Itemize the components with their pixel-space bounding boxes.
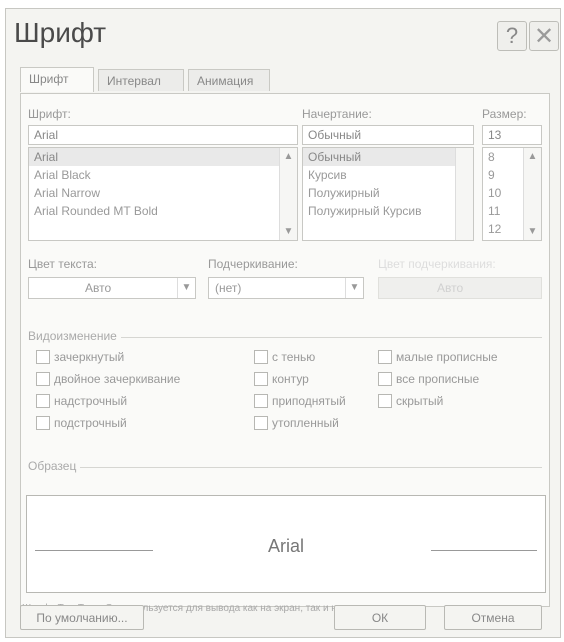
checkbox-engrave[interactable]: утопленный [254,415,339,431]
checkbox-hidden[interactable]: скрытый [378,393,443,409]
tab-animation[interactable]: Анимация [188,69,270,91]
style-list-item[interactable]: Полужирный [303,184,473,202]
checkbox-outline[interactable]: контур [254,371,309,387]
scroll-down-icon[interactable]: ▼ [526,225,539,238]
text-color-combo[interactable]: Авто ▼ [28,277,196,299]
checkbox-box[interactable] [36,394,50,408]
text-color-label: Цвет текста: [28,257,98,271]
underline-value: (нет) [215,281,242,295]
style-list-item[interactable]: Курсив [303,166,473,184]
checkbox-all-caps[interactable]: все прописные [378,371,479,387]
font-list[interactable]: Arial Arial Black Arial Narrow Arial Rou… [28,147,298,241]
style-list-scrollbar[interactable] [455,148,473,240]
preview-label: Образец [28,459,81,473]
style-list-item[interactable]: Обычный [303,148,473,166]
chevron-down-icon[interactable]: ▼ [345,278,363,298]
font-input[interactable]: Arial [28,125,298,145]
font-dialog: Шрифт ? ✕ Шрифт Интервал Анимация Шрифт:… [5,8,561,638]
checkbox-box[interactable] [378,394,392,408]
text-color-value: Авто [85,281,112,295]
font-list-item[interactable]: Arial Rounded MT Bold [29,202,297,220]
style-list[interactable]: Обычный Курсив Полужирный Полужирный Кур… [302,147,474,241]
effects-group: Видоизменение [28,329,542,343]
checkbox-box[interactable] [378,350,392,364]
font-label: Шрифт: [28,107,71,121]
checkbox-box[interactable] [254,416,268,430]
font-list-item[interactable]: Arial Narrow [29,184,297,202]
cancel-button[interactable]: Отмена [444,605,542,630]
size-input[interactable]: 13 [482,125,542,145]
checkbox-box[interactable] [36,350,50,364]
checkbox-box[interactable] [36,416,50,430]
style-label: Начертание: [302,107,372,121]
checkbox-box[interactable] [254,350,268,364]
font-list-item[interactable]: Arial Black [29,166,297,184]
checkbox-double-strikethrough[interactable]: двойное зачеркивание [36,371,180,387]
style-list-item[interactable]: Полужирный Курсив [303,202,473,220]
checkbox-box[interactable] [378,372,392,386]
checkbox-shadow[interactable]: с тенью [254,349,315,365]
preview-text: Arial [267,536,304,556]
default-button[interactable]: По умолчанию... [20,605,144,630]
size-list[interactable]: 8 9 10 11 12 ▲ ▼ [482,147,542,241]
effects-label: Видоизменение [28,329,121,343]
help-button[interactable]: ? [497,21,527,51]
ok-button[interactable]: ОК [334,605,426,630]
checkbox-small-caps[interactable]: малые прописные [378,349,498,365]
size-label: Размер: [482,107,527,121]
scroll-up-icon[interactable]: ▲ [282,150,295,163]
checkbox-box[interactable] [36,372,50,386]
font-list-scrollbar[interactable]: ▲ ▼ [279,148,297,240]
checkbox-superscript[interactable]: надстрочный [36,393,127,409]
underline-color-value: Авто [437,281,464,295]
underline-combo[interactable]: (нет) ▼ [208,277,364,299]
checkbox-box[interactable] [254,394,268,408]
dialog-title: Шрифт [14,17,107,48]
chevron-down-icon[interactable]: ▼ [177,278,195,298]
font-list-item[interactable]: Arial [29,148,297,166]
preview-group: Образец [28,459,542,473]
underline-label: Подчеркивание: [208,257,298,271]
preview-box: Arial [26,495,546,593]
scroll-down-icon[interactable]: ▼ [282,225,295,238]
checkbox-emboss[interactable]: приподнятый [254,393,346,409]
title-bar: Шрифт ? ✕ [6,9,560,61]
tab-spacing[interactable]: Интервал [98,69,184,91]
underline-color-label: Цвет подчеркивания: [378,257,496,271]
size-list-scrollbar[interactable]: ▲ ▼ [523,148,541,240]
style-input[interactable]: Обычный [302,125,474,145]
checkbox-box[interactable] [254,372,268,386]
checkbox-strikethrough[interactable]: зачеркнутый [36,349,124,365]
preview-baseline-right [431,550,537,551]
checkbox-subscript[interactable]: подстрочный [36,415,127,431]
close-button[interactable]: ✕ [529,21,559,51]
tab-font[interactable]: Шрифт [20,67,94,92]
underline-color-combo: Авто [378,277,542,299]
scroll-up-icon[interactable]: ▲ [526,150,539,163]
